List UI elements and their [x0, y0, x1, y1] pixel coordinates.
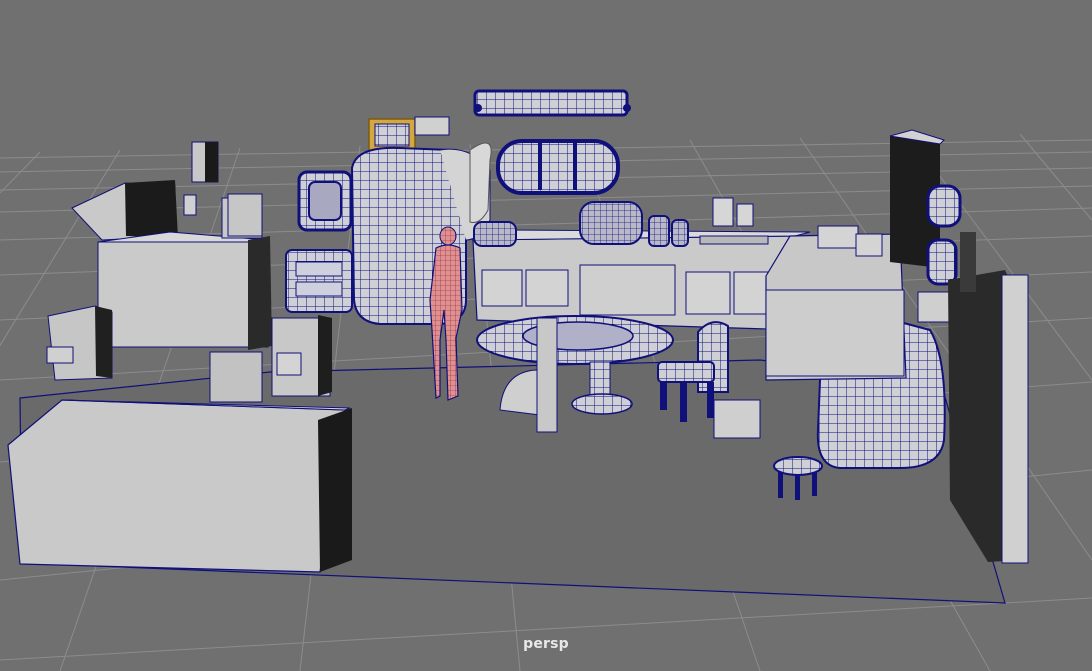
- wall-picture-frame[interactable]: [297, 170, 353, 232]
- refrigerator-mesh[interactable]: [350, 142, 492, 325]
- wall-shelf-rail[interactable]: [473, 89, 631, 117]
- small-crate[interactable]: [227, 193, 263, 237]
- camera-name-label: persp: [523, 636, 569, 652]
- maya-perspective-viewport[interactable]: persp: [0, 0, 1092, 671]
- kitchen-counter[interactable]: [472, 229, 811, 331]
- round-stool[interactable]: [773, 456, 823, 500]
- armchair-left[interactable]: [285, 249, 353, 313]
- oval-window-mirror[interactable]: [496, 139, 620, 195]
- scene-canvas[interactable]: [0, 0, 1092, 671]
- counter-block[interactable]: [7, 399, 352, 573]
